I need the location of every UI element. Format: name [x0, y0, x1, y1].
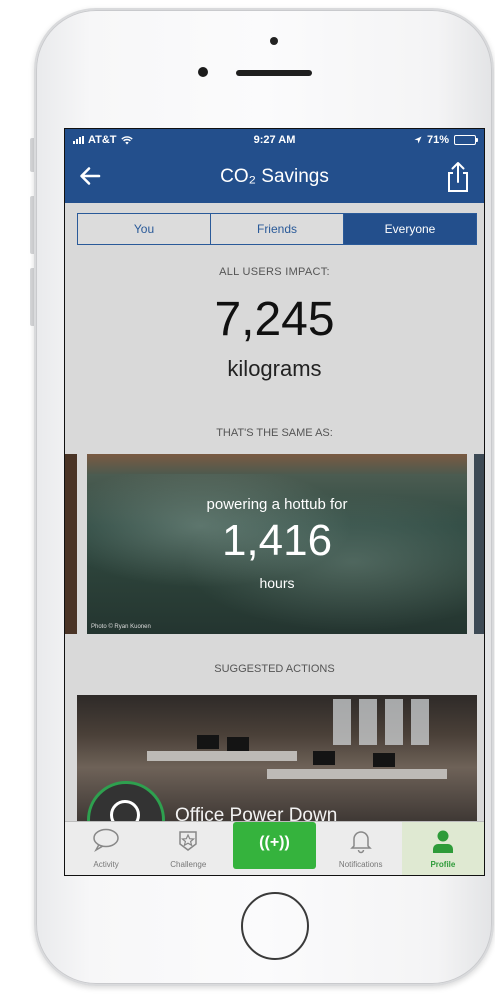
- segment-you[interactable]: You: [78, 214, 211, 244]
- tab-challenge-label: Challenge: [170, 860, 207, 869]
- tab-profile-label: Profile: [430, 860, 456, 869]
- tab-broadcast-action[interactable]: ((+)): [233, 822, 316, 869]
- bell-icon: [349, 831, 372, 854]
- suggested-action-card[interactable]: Office Power Down: [77, 695, 477, 827]
- suggested-actions-label: SUGGESTED ACTIONS: [214, 663, 335, 675]
- navigation-bar: CO₂ Savings: [65, 151, 484, 203]
- impact-label: ALL USERS IMPACT:: [219, 266, 330, 278]
- tab-notifications[interactable]: Notifications: [320, 822, 402, 875]
- office-window: [385, 699, 403, 745]
- tab-bar: Activity Challenge ((+)) Notifications P: [65, 821, 484, 875]
- next-card-peek[interactable]: [474, 454, 484, 634]
- app-screen: AT&T 9:27 AM 71% CO₂ Savings You Friends…: [64, 128, 485, 876]
- office-window: [333, 699, 351, 745]
- tab-activity[interactable]: Activity: [65, 822, 147, 875]
- previous-card-peek[interactable]: [65, 454, 77, 634]
- office-monitor: [197, 735, 219, 749]
- battery-icon: [454, 135, 478, 145]
- home-button[interactable]: [241, 892, 309, 960]
- office-desk: [267, 769, 447, 779]
- office-desk: [147, 751, 297, 761]
- share-icon[interactable]: [444, 161, 472, 193]
- broadcast-plus-icon: ((+)): [259, 834, 290, 851]
- chat-bubble-icon: [93, 828, 119, 852]
- proximity-sensor-icon: [198, 67, 208, 77]
- front-camera-icon: [270, 37, 278, 45]
- person-icon: [432, 830, 453, 853]
- page-title: CO₂ Savings: [220, 166, 329, 187]
- hottub-rim: [87, 454, 467, 474]
- battery-percent: 71%: [426, 134, 449, 146]
- office-window: [411, 699, 429, 745]
- status-right: 71%: [414, 134, 478, 146]
- office-monitor: [373, 753, 395, 767]
- equivalent-value: 1,416: [221, 516, 333, 565]
- tab-profile[interactable]: Profile: [401, 822, 484, 875]
- tab-activity-label: Activity: [93, 860, 119, 869]
- equivalent-card[interactable]: powering a hottub for 1,416 hours Photo …: [87, 454, 467, 634]
- star-badge-icon: [179, 831, 198, 851]
- audience-segmented-control: You Friends Everyone: [77, 213, 477, 245]
- segment-friends[interactable]: Friends: [211, 214, 344, 244]
- impact-unit: kilograms: [227, 356, 322, 381]
- earpiece-speaker: [236, 70, 312, 76]
- tab-challenge[interactable]: Challenge: [147, 822, 229, 875]
- location-arrow-icon: [414, 136, 422, 144]
- impact-value: 7,245: [214, 293, 335, 346]
- office-monitor: [313, 751, 335, 765]
- tab-notifications-label: Notifications: [338, 860, 383, 869]
- equivalent-label: THAT'S THE SAME AS:: [216, 427, 333, 439]
- equivalent-text: powering a hottub for: [206, 496, 348, 513]
- equivalent-unit: hours: [259, 575, 295, 591]
- segment-everyone[interactable]: Everyone: [344, 214, 476, 244]
- photo-credit: Photo © Ryan Kuonen: [91, 624, 151, 630]
- office-window: [359, 699, 377, 745]
- office-monitor: [227, 737, 249, 751]
- status-bar: AT&T 9:27 AM 71%: [65, 129, 484, 151]
